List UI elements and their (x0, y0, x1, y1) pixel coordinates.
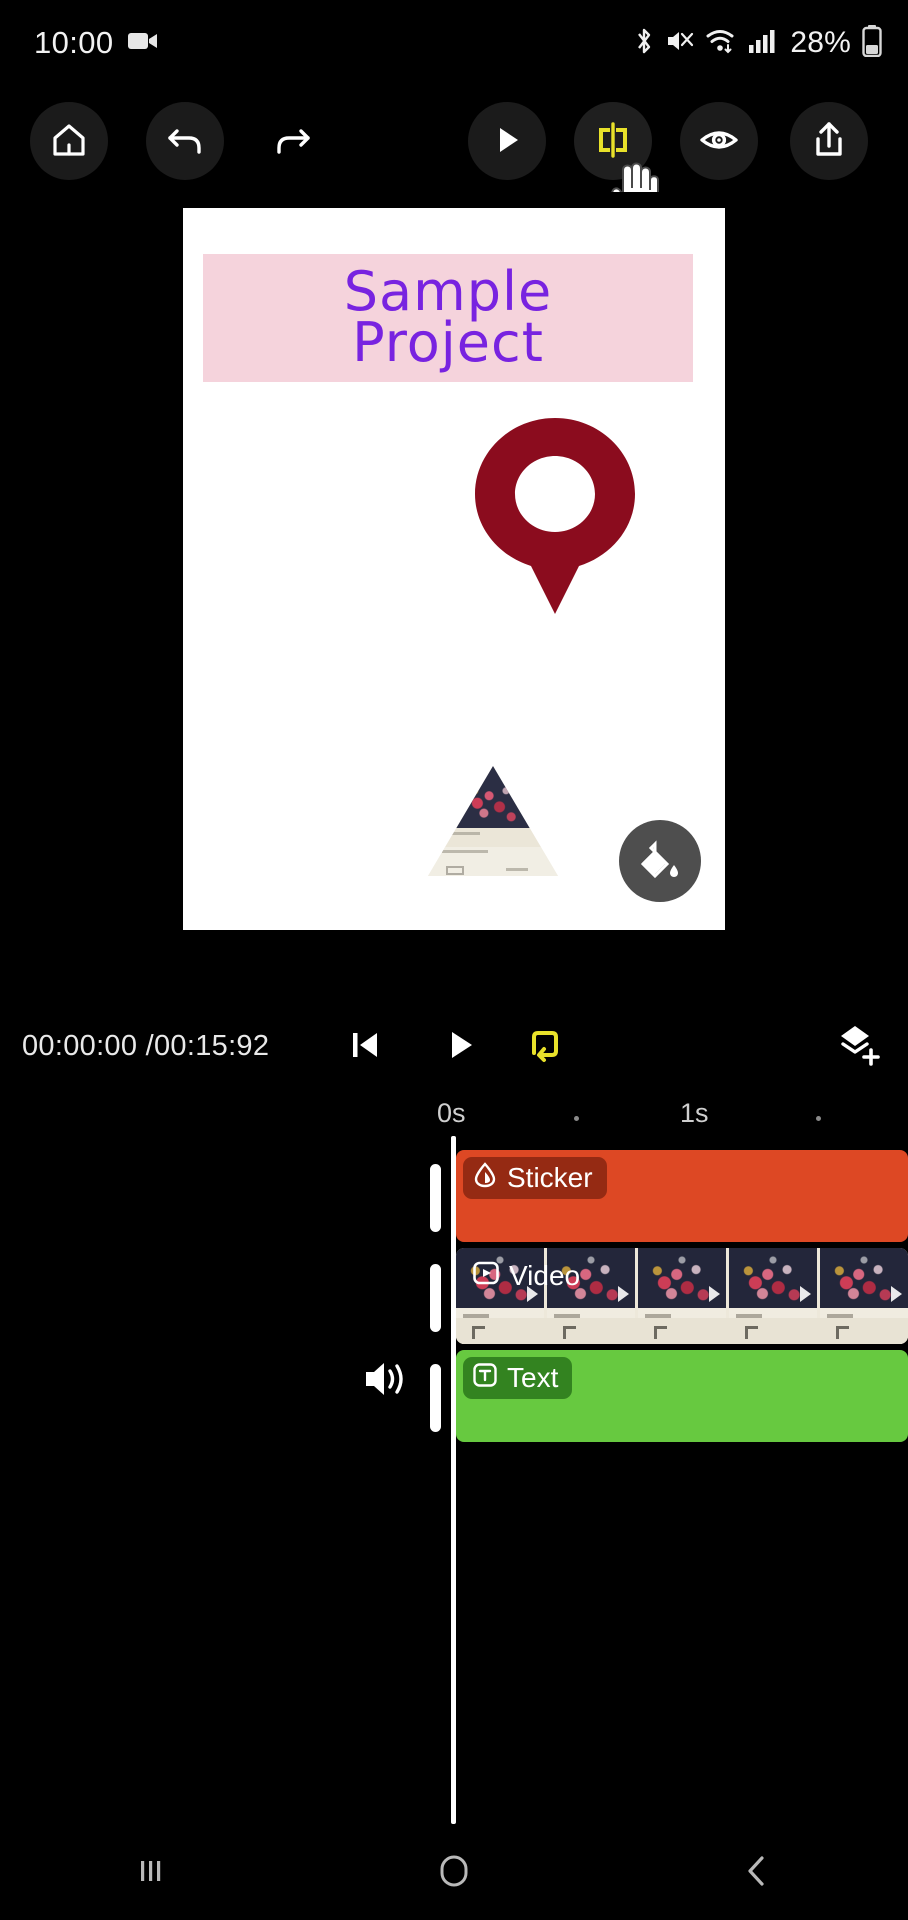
redo-icon (271, 118, 315, 165)
home-icon (48, 119, 90, 164)
video-thumb-play-marker (800, 1286, 811, 1303)
video-track-handle[interactable] (430, 1264, 441, 1332)
status-time: 10:00 (34, 25, 114, 60)
status-bar-right: 28% (633, 24, 882, 62)
fill-color-button[interactable] (619, 820, 701, 902)
fill-bucket-icon (637, 837, 683, 886)
video-thumb-play-marker (891, 1286, 902, 1303)
video-thumb-play-marker (709, 1286, 720, 1303)
timeline-playhead[interactable] (451, 1136, 456, 1824)
play-icon (440, 1025, 480, 1068)
undo-icon (163, 118, 207, 165)
video-clip-footer (456, 1318, 908, 1344)
mute-icon (666, 28, 694, 59)
triangle-clip-line (506, 868, 528, 871)
status-bar: 10:00 28% (0, 0, 908, 86)
editor-toolbar (0, 86, 908, 192)
video-footer-mark (472, 1326, 485, 1339)
battery-icon (862, 24, 882, 62)
video-camera-icon (127, 30, 158, 57)
video-thumb-play-marker (618, 1286, 629, 1303)
back-button[interactable] (697, 1837, 817, 1907)
triangle-video-clip[interactable] (428, 766, 558, 876)
triangle-clip-top (428, 766, 558, 828)
sticker-clip-badge: Sticker (463, 1157, 607, 1199)
ruler-tick-dot (816, 1116, 821, 1121)
sticker-icon (472, 1161, 498, 1195)
home-button[interactable] (30, 102, 108, 180)
video-footer-mark (563, 1326, 576, 1339)
video-footer-mark (836, 1326, 849, 1339)
play-icon (487, 120, 527, 163)
triangle-clip-line (442, 850, 488, 853)
bluetooth-icon (633, 26, 655, 61)
loop-icon (523, 1023, 567, 1070)
sticker-track-handle[interactable] (430, 1164, 441, 1232)
text-track-handle[interactable] (430, 1364, 441, 1432)
triangle-clip-line (450, 832, 480, 835)
recents-button[interactable] (91, 1837, 211, 1907)
eye-icon (697, 118, 741, 165)
split-button[interactable] (574, 102, 652, 180)
skip-to-start-icon (345, 1025, 385, 1068)
split-icon (591, 118, 635, 165)
redo-button[interactable] (254, 102, 332, 180)
add-layer-icon (835, 1022, 881, 1071)
video-footer-mark (745, 1326, 758, 1339)
ruler-tick-dot (574, 1116, 579, 1121)
sticker-clip-label: Sticker (507, 1162, 593, 1193)
ruler-label-1s: 1s (680, 1098, 709, 1128)
video-clip-badge: Video (463, 1255, 594, 1297)
loop-button[interactable] (515, 1016, 575, 1076)
play-button[interactable] (468, 102, 546, 180)
location-pin-sticker[interactable] (471, 416, 639, 616)
project-canvas[interactable]: Sample Project (183, 208, 725, 930)
preview-button[interactable] (680, 102, 758, 180)
recents-icon (133, 1853, 169, 1892)
text-clip-badge: Text (463, 1357, 573, 1399)
android-nav-bar (0, 1824, 908, 1920)
triangle-clip-box (446, 866, 464, 875)
status-bar-left: 10:00 (34, 25, 158, 61)
text-icon (472, 1362, 498, 1395)
export-button[interactable] (790, 102, 868, 180)
home-circle-icon (435, 1852, 473, 1893)
add-layer-button[interactable] (828, 1016, 888, 1076)
video-clip-label: Video (509, 1260, 581, 1291)
sticker-clip[interactable]: Sticker (456, 1150, 908, 1242)
ruler-label-0s: 0s (437, 1098, 466, 1128)
back-icon (740, 1853, 774, 1892)
timeline[interactable]: 0s 1s Sticker Video Text (0, 1092, 908, 1832)
transport-bar: 00:00:00 /00:15:92 (0, 1000, 908, 1092)
skip-to-start-button[interactable] (335, 1016, 395, 1076)
video-clip[interactable]: Video (456, 1248, 908, 1344)
video-editor-app: 10:00 28% Sample Project 00:00:00 /00:15… (0, 0, 908, 1920)
share-icon (808, 119, 850, 164)
title-text: Sample Project (343, 260, 553, 374)
cellular-signal-icon (748, 28, 776, 59)
preview-area: Sample Project (0, 192, 908, 982)
time-readout: 00:00:00 /00:15:92 (22, 1030, 270, 1062)
video-footer-mark (654, 1326, 667, 1339)
wifi-icon (705, 28, 737, 59)
timeline-play-button[interactable] (430, 1016, 490, 1076)
home-button-nav[interactable] (394, 1837, 514, 1907)
triangle-clip-mid (428, 827, 558, 848)
text-clip[interactable]: Text (456, 1350, 908, 1442)
title-text-band[interactable]: Sample Project (203, 254, 693, 382)
video-icon (472, 1259, 500, 1294)
battery-percent: 28% (790, 26, 851, 59)
undo-button[interactable] (146, 102, 224, 180)
text-clip-label: Text (507, 1362, 559, 1393)
